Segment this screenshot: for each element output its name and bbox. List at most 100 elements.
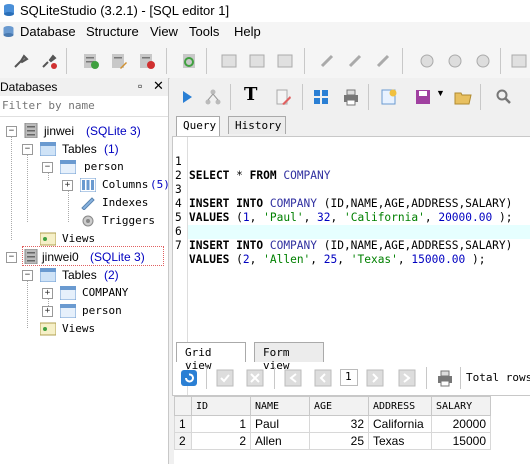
find-icon[interactable] xyxy=(494,88,512,106)
column-header-age[interactable]: AGE xyxy=(309,396,369,416)
toolbar-separator xyxy=(166,48,167,74)
tree-db-jinwei0[interactable]: − jinwei0 (SQLite 3) xyxy=(4,248,168,266)
table-row[interactable]: 2 2 Allen 25 Texas 15000 xyxy=(174,432,491,450)
cell-age[interactable]: 32 xyxy=(309,415,369,433)
add-database-icon[interactable] xyxy=(82,52,100,70)
commit-icon[interactable] xyxy=(216,369,234,387)
link-icon[interactable] xyxy=(318,52,336,70)
delete-trigger-icon[interactable] xyxy=(474,52,492,70)
sql-history-icon[interactable] xyxy=(312,88,330,106)
previous-page-icon[interactable] xyxy=(314,369,332,387)
page-number-field[interactable]: 1 xyxy=(340,369,358,386)
edit-table-icon[interactable] xyxy=(248,52,266,70)
cell-id[interactable]: 2 xyxy=(191,432,251,450)
edit-link-icon[interactable] xyxy=(346,52,364,70)
new-sql-file-icon[interactable] xyxy=(380,88,398,106)
close-icon[interactable]: ✕ xyxy=(153,78,164,94)
column-header-name[interactable]: NAME xyxy=(250,396,310,416)
execute-query-icon[interactable] xyxy=(178,88,196,106)
add-table-icon[interactable] xyxy=(220,52,238,70)
menu-view[interactable]: View xyxy=(150,24,178,39)
code-line: 2 xyxy=(175,169,182,182)
refresh-database-icon[interactable] xyxy=(180,52,198,70)
tree-table-person[interactable]: − person xyxy=(40,158,168,176)
tab-history[interactable]: History xyxy=(228,116,286,134)
toolbar-separator xyxy=(302,84,303,110)
edit-database-icon[interactable] xyxy=(110,52,128,70)
menu-structure[interactable]: Structure xyxy=(86,24,139,39)
filter-input[interactable] xyxy=(0,96,164,114)
restore-icon[interactable]: ▫ xyxy=(138,79,142,93)
columns-icon xyxy=(80,178,96,192)
toolbar-separator xyxy=(230,84,231,110)
cell-name[interactable]: Allen xyxy=(250,432,310,450)
explain-query-icon[interactable] xyxy=(204,88,222,106)
print-results-icon[interactable] xyxy=(436,369,454,387)
tree-tables-jinwei[interactable]: − Tables (1) xyxy=(20,140,168,158)
sql-editor-area: T ▼ Query History 1 SELECT * FROM COMPAN… xyxy=(170,78,530,464)
format-sql-icon[interactable]: T xyxy=(244,84,257,105)
result-tabs: Grid view Form view xyxy=(170,340,530,372)
tab-form-view[interactable]: Form view xyxy=(254,342,324,372)
delete-table-icon[interactable] xyxy=(276,52,294,70)
cell-salary[interactable]: 15000 xyxy=(431,432,491,450)
open-sql-file-icon[interactable] xyxy=(454,88,472,106)
tab-query[interactable]: Query xyxy=(176,116,220,136)
menu-database[interactable]: Database xyxy=(20,24,76,39)
results-grid: ID NAME AGE ADDRESS SALARY 1 1 Paul 32 C… xyxy=(174,396,530,464)
last-page-icon[interactable] xyxy=(398,369,416,387)
table-row[interactable]: 1 1 Paul 32 California 20000 xyxy=(174,415,491,433)
disconnect-icon[interactable] xyxy=(40,52,58,70)
tree-views-jinwei0[interactable]: Views xyxy=(20,320,168,338)
delete-link-icon[interactable] xyxy=(374,52,392,70)
first-page-icon[interactable] xyxy=(284,369,302,387)
tree-table-person-2[interactable]: + person xyxy=(40,302,168,320)
column-header-id[interactable]: ID xyxy=(191,396,251,416)
editor-toolbar: T ▼ xyxy=(170,78,530,114)
menu-tools[interactable]: Tools xyxy=(189,24,219,39)
column-header-salary[interactable]: SALARY xyxy=(431,396,491,416)
menu-help[interactable]: Help xyxy=(234,24,261,39)
collapse-icon[interactable]: − xyxy=(6,252,17,263)
tree-tables-jinwei0[interactable]: − Tables (2) xyxy=(20,266,168,284)
expand-icon[interactable]: + xyxy=(42,306,53,317)
add-trigger-icon[interactable] xyxy=(418,52,436,70)
connect-icon[interactable] xyxy=(12,52,30,70)
save-sql-icon[interactable] xyxy=(414,88,432,106)
toolbar-separator xyxy=(480,84,481,110)
expand-icon[interactable]: + xyxy=(42,288,53,299)
print-icon[interactable] xyxy=(342,88,360,106)
collapse-icon[interactable]: − xyxy=(22,144,33,155)
save-dropdown-arrow-icon[interactable]: ▼ xyxy=(436,88,445,98)
databases-panel: Databases ▫ ✕ − jinwei (SQLite 3) − Tabl… xyxy=(0,78,170,464)
database-icon xyxy=(24,123,38,138)
cell-id[interactable]: 1 xyxy=(191,415,251,433)
tree-triggers[interactable]: Triggers xyxy=(60,212,168,230)
clear-query-icon[interactable] xyxy=(274,88,292,106)
tree-columns[interactable]: + Columns (5) xyxy=(60,176,170,194)
databases-panel-title: Databases xyxy=(0,80,58,94)
collapse-icon[interactable]: − xyxy=(6,126,17,137)
window-title: SQLiteStudio (3.2.1) - [SQL editor 1] xyxy=(20,3,230,18)
cell-address[interactable]: Texas xyxy=(368,432,432,450)
delete-database-icon[interactable] xyxy=(138,52,156,70)
rollback-icon[interactable] xyxy=(246,369,264,387)
next-page-icon[interactable] xyxy=(366,369,384,387)
cell-salary[interactable]: 20000 xyxy=(431,415,491,433)
tree-indexes[interactable]: Indexes xyxy=(60,194,168,212)
cell-name[interactable]: Paul xyxy=(250,415,310,433)
tab-grid-view[interactable]: Grid view xyxy=(176,342,246,372)
collapse-icon[interactable]: − xyxy=(42,162,53,173)
tree-db-jinwei[interactable]: − jinwei (SQLite 3) xyxy=(4,122,168,140)
expand-icon[interactable]: + xyxy=(62,180,73,191)
column-header-address[interactable]: ADDRESS xyxy=(368,396,432,416)
editor-tabs: Query History xyxy=(170,116,530,136)
toolbar-separator xyxy=(402,48,403,74)
collapse-icon[interactable]: − xyxy=(22,270,33,281)
tree-table-company[interactable]: + COMPANY xyxy=(40,284,168,302)
cell-age[interactable]: 25 xyxy=(309,432,369,450)
cell-address[interactable]: California xyxy=(368,415,432,433)
edit-trigger-icon[interactable] xyxy=(446,52,464,70)
refresh-results-icon[interactable] xyxy=(180,369,198,387)
add-view-icon[interactable] xyxy=(510,52,528,70)
